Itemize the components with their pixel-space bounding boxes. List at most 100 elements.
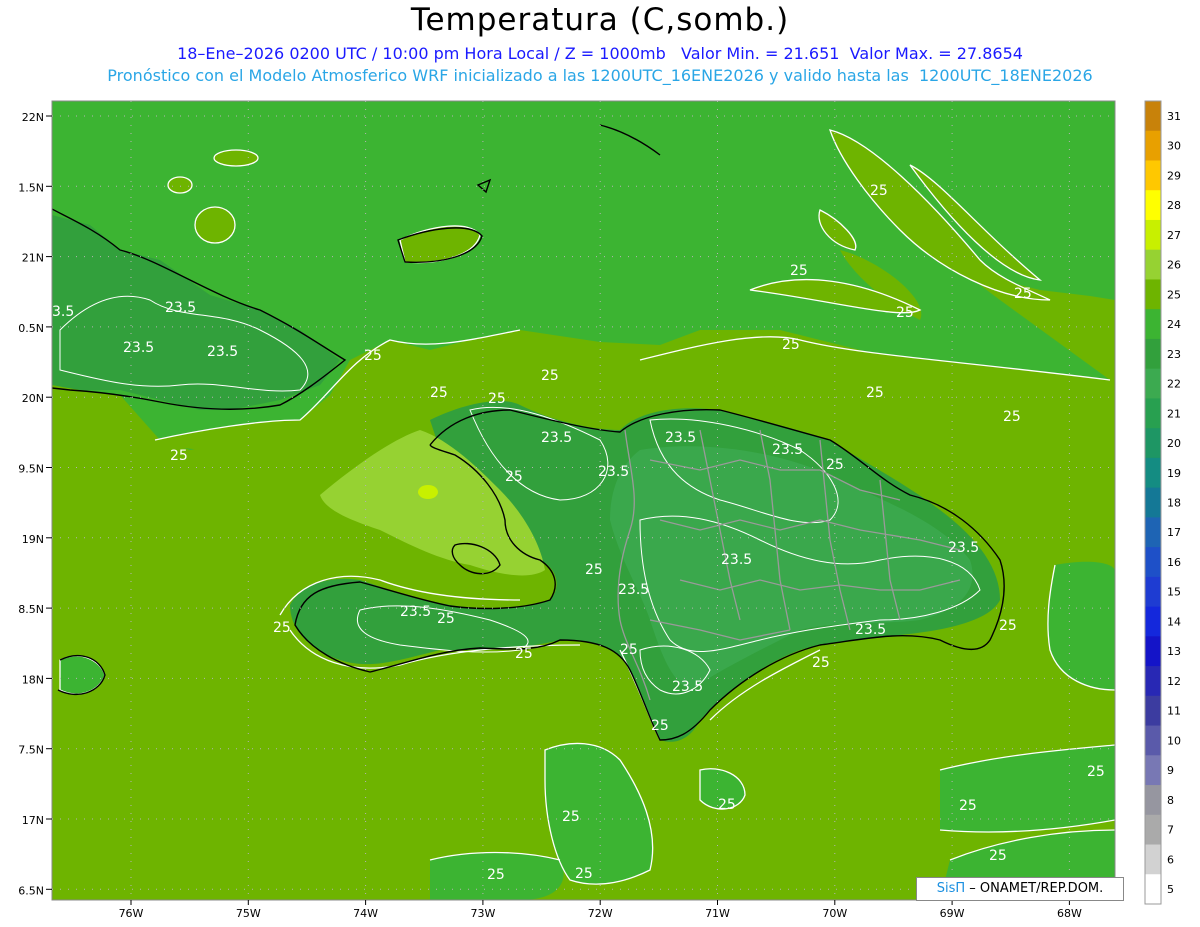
- colorbar-swatch: [1145, 725, 1161, 756]
- colorbar-label: 8: [1167, 794, 1174, 807]
- contour-label: 23.5: [855, 622, 886, 638]
- contour-label: 23.5: [123, 340, 154, 356]
- colorbar-swatch: [1145, 844, 1161, 875]
- colorbar-swatch: [1145, 279, 1161, 310]
- latitude-label: 9.5N: [18, 463, 44, 476]
- latitude-label: 7.5N: [18, 744, 44, 757]
- colorbar-swatch: [1145, 576, 1161, 608]
- longitude-label: 73W: [470, 907, 495, 920]
- contour-label: 25: [1003, 409, 1021, 425]
- colorbar-label: 12: [1167, 675, 1181, 688]
- contour-label: 23.5: [541, 430, 572, 446]
- contour-label: 25: [505, 469, 523, 485]
- contour-label: 23.5: [207, 344, 238, 360]
- contour-label: 25: [273, 620, 291, 636]
- colorbar-label: 29: [1167, 169, 1181, 182]
- latitude-label: 22N: [22, 111, 44, 124]
- colorbar-label: 9: [1167, 764, 1174, 777]
- colorbar-swatch: [1145, 428, 1161, 459]
- colorbar-label: 13: [1167, 645, 1181, 658]
- colorbar-label: 22: [1167, 378, 1181, 391]
- colorbar-label: 27: [1167, 229, 1181, 242]
- colorbar-label: 25: [1167, 288, 1181, 301]
- latitude-label: 6.5N: [18, 884, 44, 897]
- colorbar-label: 20: [1167, 437, 1181, 450]
- colorbar-label: 16: [1167, 556, 1181, 569]
- contour-label: 25: [790, 263, 808, 279]
- colorbar-label: 18: [1167, 497, 1181, 510]
- longitude-label: 75W: [236, 907, 261, 920]
- colorbar-swatch: [1145, 101, 1161, 132]
- warm-patch-27: [418, 485, 438, 499]
- contour-label: 25: [1014, 286, 1032, 302]
- colorbar-swatch: [1145, 636, 1161, 667]
- colorbar-label: 21: [1167, 407, 1181, 420]
- colorbar-swatch: [1145, 547, 1161, 578]
- longitude-label: 71W: [705, 907, 730, 920]
- colorbar-swatch: [1145, 249, 1161, 280]
- longitude-label: 72W: [588, 907, 613, 920]
- colorbar-swatch: [1145, 785, 1161, 816]
- contour-label: 25: [782, 337, 800, 353]
- contour-label: 25: [541, 368, 559, 384]
- latitude-label: 0.5N: [18, 322, 44, 335]
- latitude-label: 1.5N: [18, 181, 44, 194]
- colorbar-swatch: [1145, 814, 1161, 846]
- colorbar-swatch: [1145, 666, 1161, 697]
- contour-label: 25: [1087, 764, 1105, 780]
- colorbar-label: 7: [1167, 824, 1174, 837]
- contour-label: 25: [959, 798, 977, 814]
- contour-label: 25: [437, 611, 455, 627]
- credit-onamet: – ONAMET/REP.DOM.: [965, 881, 1104, 896]
- colorbar-label: 19: [1167, 467, 1181, 480]
- colorbar-swatch: [1145, 606, 1161, 637]
- contour-label: 25: [430, 385, 448, 401]
- colorbar-swatch: [1145, 309, 1161, 340]
- colorbar-swatch: [1145, 695, 1161, 727]
- contour-label: 25: [364, 348, 382, 364]
- contour-label: 23.5: [948, 540, 979, 556]
- contour-label: 25: [718, 797, 736, 813]
- latitude-label: 8.5N: [18, 603, 44, 616]
- colorbar-swatch: [1145, 130, 1161, 161]
- latitude-label: 21N: [22, 252, 44, 265]
- longitude-label: 69W: [940, 907, 965, 920]
- colorbar-swatch: [1145, 487, 1161, 518]
- contour-label: 25: [562, 809, 580, 825]
- contour-label: 25: [812, 655, 830, 671]
- temperature-map: 22N 1.5N 21N 0.5N 20N 9.5N 19N 8.5N 18N 7.5N 17N 6.…: [18, 100, 1181, 920]
- latitude-label: 17N: [22, 814, 44, 827]
- contour-label: 25: [515, 646, 533, 662]
- contour-label: 25: [999, 618, 1017, 634]
- longitude-labels: 76W 75W 74W 73W 72W 71W 70W 69W 68W: [119, 900, 1082, 920]
- contour-label: 25: [488, 391, 506, 407]
- contour-label: 25: [866, 385, 884, 401]
- colorbar-swatch: [1145, 398, 1161, 429]
- credit-sis: SisΠ: [936, 881, 966, 896]
- colorbar-label: 15: [1167, 586, 1181, 599]
- colorbar-swatch: [1145, 190, 1161, 221]
- contour-label: 23.5: [672, 679, 703, 695]
- contour-label: 25: [826, 457, 844, 473]
- colorbar-label: 26: [1167, 259, 1181, 272]
- contour-label: 23.5: [721, 552, 752, 568]
- longitude-label: 74W: [353, 907, 378, 920]
- colorbar-label: 5: [1167, 883, 1174, 896]
- latitude-label: 18N: [22, 673, 44, 686]
- contour-label: 23.5: [618, 582, 649, 598]
- colorbar-label: 6: [1167, 853, 1174, 866]
- colorbar-swatch: [1145, 517, 1161, 548]
- contour-label: 25: [575, 866, 593, 882]
- colorbar-swatch: [1145, 160, 1161, 191]
- contour-label: 25: [585, 562, 603, 578]
- colorbar-label: 24: [1167, 318, 1181, 331]
- credit-box: SisΠ – ONAMET/REP.DOM.: [916, 877, 1124, 901]
- colorbar-label: 23: [1167, 348, 1181, 361]
- colorbar-label: 10: [1167, 734, 1181, 747]
- contour-label: 23.5: [665, 430, 696, 446]
- temperature-colorbar: 31 30 29 28 27 26 25 24 23 22 21 20 19 18 17 16 15 14 13 12…: [1144, 100, 1181, 905]
- colorbar-swatch: [1145, 755, 1161, 786]
- colorbar-swatch: [1145, 368, 1161, 399]
- colorbar-label: 11: [1167, 705, 1181, 718]
- contour-label: 23.5: [772, 442, 803, 458]
